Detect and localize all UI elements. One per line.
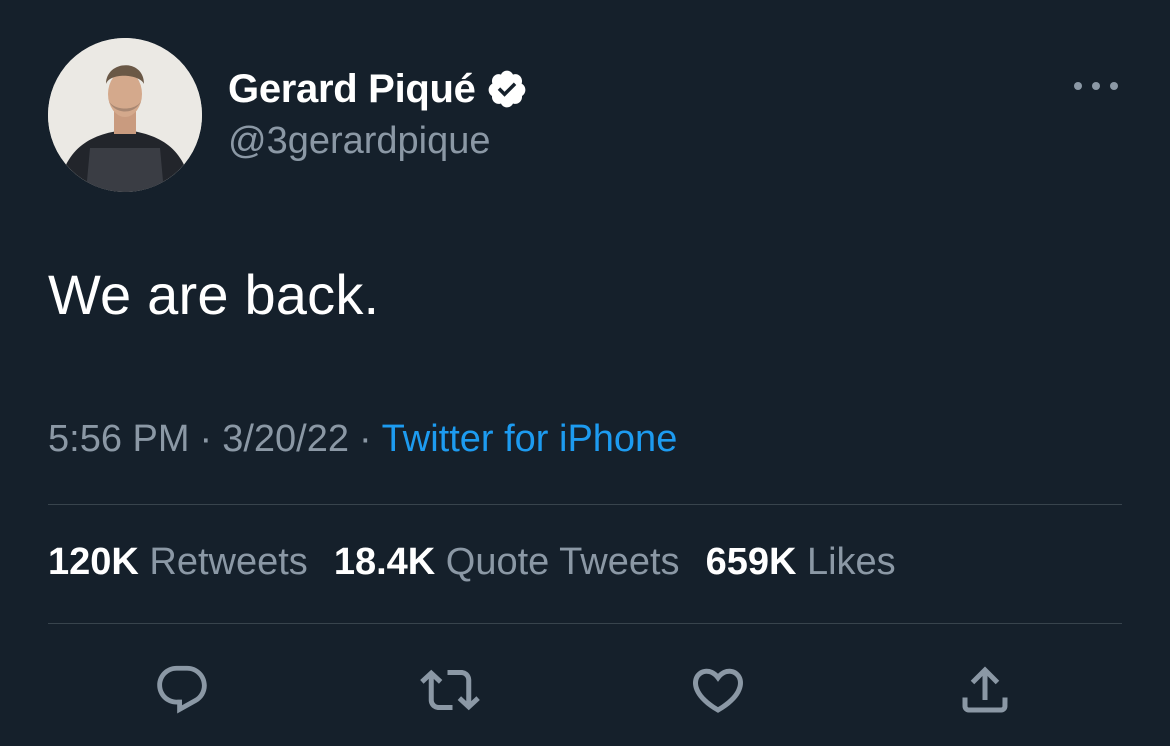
tweet-detail: Gerard Piqué @3gerardpique We are back. … [0, 0, 1170, 746]
more-horizontal-icon[interactable] [1074, 74, 1118, 98]
retweet-button[interactable] [420, 660, 480, 720]
quote-tweets-count: 18.4K [333, 541, 436, 583]
meta-separator: · [358, 418, 372, 460]
tweet-source-link[interactable]: Twitter for iPhone [382, 418, 678, 460]
tweet-date[interactable]: 3/20/22 [222, 418, 349, 460]
retweets-count: 120K [48, 541, 139, 583]
verified-badge-icon [486, 68, 528, 110]
likes-count: 659K [705, 541, 797, 583]
quote-tweets-label: Quote Tweets [445, 541, 680, 583]
likes-stat[interactable]: 659K Likes [706, 541, 896, 584]
tweet-text: We are back. [48, 263, 380, 326]
reply-icon [157, 665, 207, 714]
divider [48, 504, 1122, 505]
heart-icon [692, 668, 744, 713]
retweet-icon [420, 669, 480, 711]
retweets-label: Retweets [149, 541, 308, 583]
share-button[interactable] [955, 660, 1015, 720]
reply-button[interactable] [152, 660, 212, 720]
avatar[interactable] [48, 38, 202, 192]
author-handle[interactable]: @3gerardpique [228, 120, 491, 163]
meta-separator: · [199, 418, 213, 460]
divider [48, 623, 1122, 624]
quote-tweets-stat[interactable]: 18.4K Quote Tweets [334, 541, 680, 584]
likes-label: Likes [806, 541, 896, 583]
author-display-name[interactable]: Gerard Piqué [228, 67, 476, 112]
like-button[interactable] [688, 660, 748, 720]
tweet-time[interactable]: 5:56 PM [48, 418, 190, 460]
share-icon [962, 666, 1008, 713]
avatar-image [48, 38, 202, 192]
retweets-stat[interactable]: 120K Retweets [48, 541, 308, 584]
author-name-row: Gerard Piqué [228, 64, 528, 114]
tweet-metadata: 5:56 PM · 3/20/22 · Twitter for iPhone [48, 418, 677, 461]
engagement-stats: 120K Retweets 18.4K Quote Tweets 659K Li… [48, 541, 922, 584]
